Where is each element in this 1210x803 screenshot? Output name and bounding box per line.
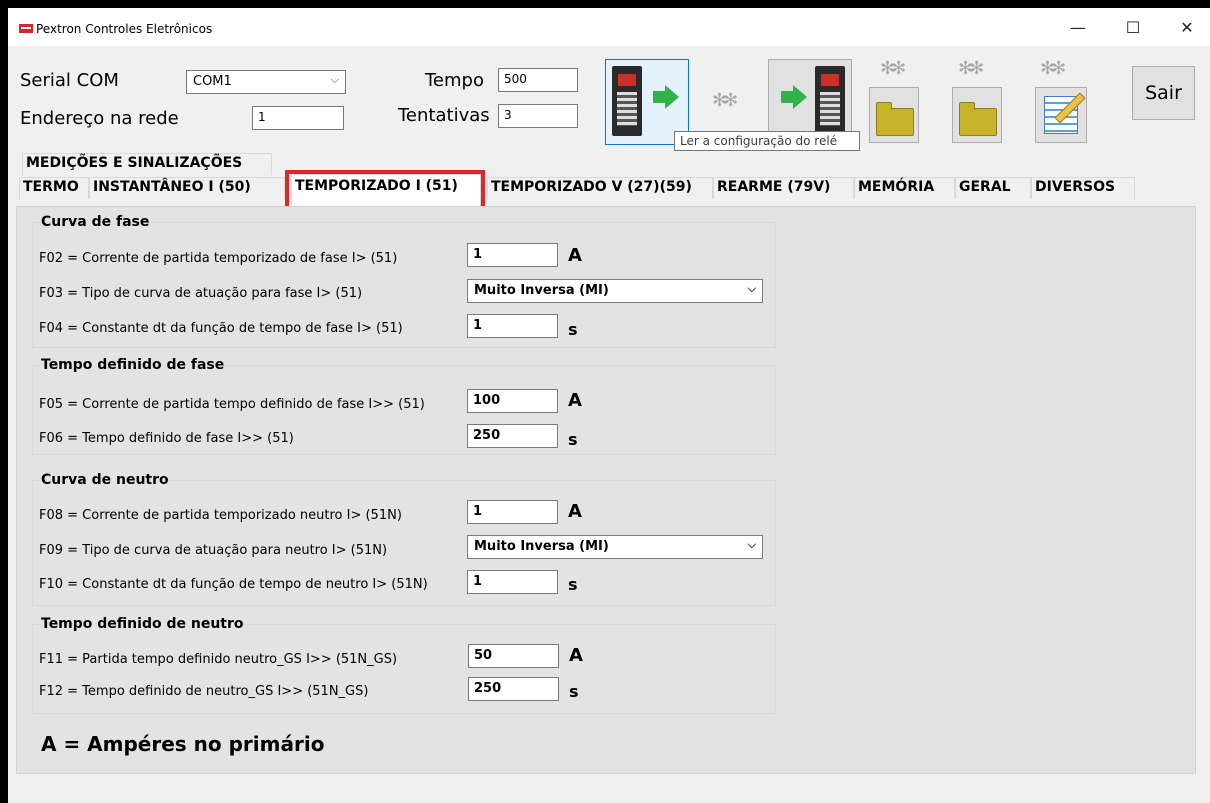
f08-label: F08 = Corrente de partida temporizado ne… bbox=[39, 508, 402, 523]
arrow-right-icon bbox=[781, 91, 793, 103]
serial-com-label: Serial COM bbox=[20, 70, 119, 91]
group-tempo-neutro bbox=[32, 624, 776, 714]
endereco-input[interactable]: 1 bbox=[252, 106, 344, 130]
f03-select[interactable]: Muito Inversa (MI) ⌵ bbox=[467, 279, 763, 303]
f05-label: F05 = Corrente de partida tempo definido… bbox=[39, 397, 425, 412]
folder-upload-icon bbox=[876, 102, 914, 136]
endereco-label: Endereço na rede bbox=[20, 108, 179, 129]
edit-notes-button[interactable] bbox=[1035, 87, 1087, 143]
f03-value: Muito Inversa (MI) bbox=[474, 283, 609, 298]
tab-diversos[interactable]: DIVERSOS bbox=[1031, 177, 1135, 199]
f02-input[interactable]: 1 bbox=[467, 243, 558, 267]
tab-rearme[interactable]: REARME (79V) bbox=[713, 177, 854, 199]
save-file-button[interactable] bbox=[952, 87, 1002, 143]
tab-memoria[interactable]: MEMÓRIA bbox=[854, 177, 955, 199]
gears-icon: ✻✻ bbox=[958, 58, 984, 78]
title-bar: Pextron Controles Eletrônicos bbox=[8, 8, 1210, 46]
app-logo-icon bbox=[19, 24, 33, 33]
tab-temporizado-v[interactable]: TEMPORIZADO V (27)(59) bbox=[487, 177, 713, 199]
chevron-down-icon: ⌵ bbox=[747, 282, 756, 295]
tentativas-input[interactable]: 3 bbox=[498, 104, 578, 128]
f06-unit: s bbox=[568, 430, 578, 449]
open-file-button[interactable] bbox=[869, 87, 919, 143]
serial-com-select[interactable]: COM1 ⌵ bbox=[186, 70, 346, 94]
gears-icon: ✻✻ bbox=[712, 90, 738, 110]
relay-device-icon bbox=[612, 66, 642, 136]
f09-select[interactable]: Muito Inversa (MI) ⌵ bbox=[467, 535, 763, 559]
f12-unit: s bbox=[569, 682, 579, 701]
tab-geral[interactable]: GERAL bbox=[955, 177, 1031, 199]
serial-com-value: COM1 bbox=[193, 74, 232, 89]
footer-note: A = Ampéres no primário bbox=[41, 732, 325, 756]
f08-unit: A bbox=[568, 501, 582, 522]
tempo-label: Tempo bbox=[425, 70, 484, 91]
group-title: Curva de neutro bbox=[41, 472, 169, 488]
f09-label: F09 = Tipo de curva de atuação para neut… bbox=[39, 543, 388, 558]
f10-input[interactable]: 1 bbox=[467, 570, 558, 594]
tab-medicoes[interactable]: MEDIÇÕES E SINALIZAÇÕES bbox=[22, 153, 272, 175]
close-button[interactable]: ✕ bbox=[1164, 8, 1210, 46]
screen-edge-left bbox=[0, 0, 8, 803]
maximize-button[interactable]: ☐ bbox=[1110, 8, 1156, 46]
f04-label: F04 = Constante dt da função de tempo de… bbox=[39, 321, 403, 336]
tab-termo[interactable]: TERMO bbox=[19, 177, 89, 199]
f12-label: F12 = Tempo definido de neutro_GS I>> (5… bbox=[39, 684, 369, 699]
group-title: Tempo definido de fase bbox=[41, 357, 225, 373]
f03-label: F03 = Tipo de curva de atuação para fase… bbox=[39, 286, 363, 301]
group-title: Tempo definido de neutro bbox=[41, 616, 244, 632]
f12-input[interactable]: 250 bbox=[468, 677, 559, 701]
f09-value: Muito Inversa (MI) bbox=[474, 539, 609, 554]
f05-unit: A bbox=[568, 390, 582, 411]
window-title: Pextron Controles Eletrônicos bbox=[36, 22, 213, 36]
sair-button[interactable]: Sair bbox=[1132, 66, 1195, 120]
f11-input[interactable]: 50 bbox=[468, 644, 559, 668]
screen-edge-top bbox=[0, 0, 1210, 8]
chevron-down-icon: ⌵ bbox=[747, 538, 756, 551]
f04-input[interactable]: 1 bbox=[467, 314, 558, 338]
f11-label: F11 = Partida tempo definido neutro_GS I… bbox=[39, 652, 398, 667]
gears-icon: ✻✻ bbox=[880, 58, 906, 78]
chevron-down-icon: ⌵ bbox=[330, 73, 339, 86]
gears-icon: ✻✻ bbox=[1040, 58, 1066, 78]
f10-label: F10 = Constante dt da função de tempo de… bbox=[39, 577, 428, 592]
arrow-right-icon bbox=[653, 91, 665, 103]
f06-input[interactable]: 250 bbox=[467, 424, 558, 448]
f10-unit: s bbox=[568, 575, 578, 594]
f05-input[interactable]: 100 bbox=[467, 389, 558, 413]
tooltip: Ler a configuração do relé bbox=[674, 131, 860, 151]
folder-download-icon bbox=[959, 102, 997, 136]
tempo-input[interactable]: 500 bbox=[498, 68, 578, 92]
f11-unit: A bbox=[569, 645, 583, 666]
minimize-button[interactable]: — bbox=[1055, 8, 1101, 46]
f02-label: F02 = Corrente de partida temporizado de… bbox=[39, 251, 398, 266]
group-title: Curva de fase bbox=[41, 214, 150, 230]
f02-unit: A bbox=[568, 245, 582, 266]
tab-instantaneo[interactable]: INSTANTÂNEO I (50) bbox=[89, 177, 285, 199]
f04-unit: s bbox=[568, 320, 578, 339]
f08-input[interactable]: 1 bbox=[467, 500, 558, 524]
f06-label: F06 = Tempo definido de fase I>> (51) bbox=[39, 431, 294, 446]
tentativas-label: Tentativas bbox=[398, 105, 490, 126]
relay-device-icon bbox=[815, 66, 845, 136]
